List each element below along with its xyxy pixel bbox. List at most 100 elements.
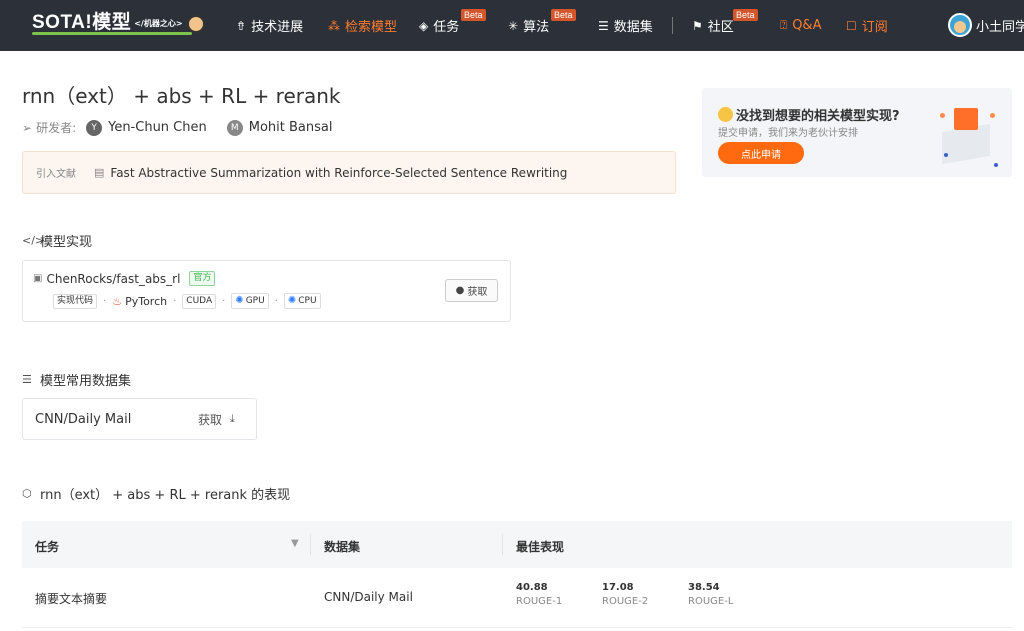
github-icon: ● bbox=[455, 285, 465, 296]
repo-icon: ▣ bbox=[33, 273, 43, 284]
send-icon: ➢ bbox=[22, 120, 33, 135]
section-title-text: 模型常用数据集 bbox=[40, 374, 132, 389]
chip-icon: ✺ bbox=[287, 295, 297, 306]
user-avatar[interactable] bbox=[948, 13, 972, 37]
get-code-button[interactable]: ● 获取 bbox=[445, 279, 498, 302]
table-row[interactable]: 摘要文本摘要 CNN/Daily Mail 40.88 ROUGE-1 17.0… bbox=[22, 568, 1012, 628]
layers-icon: ◈ bbox=[419, 18, 429, 33]
repo-name[interactable]: ChenRocks/fast_abs_rl bbox=[46, 272, 180, 286]
download-icon[interactable]: ⤓ bbox=[230, 412, 235, 426]
header-best: 最佳表现 bbox=[516, 540, 565, 554]
decor-dot bbox=[944, 153, 948, 157]
site-logo[interactable]: SOTA!模型 </机器之心> bbox=[32, 12, 205, 35]
repo-row: ▣ ChenRocks/fast_abs_rl 官方 bbox=[33, 271, 216, 286]
beta-badge: Beta bbox=[733, 9, 758, 21]
promo-title-text: 没找到想要的相关模型实现? bbox=[736, 109, 900, 124]
header-dataset: 数据集 bbox=[324, 540, 361, 554]
citation-link[interactable]: Fast Abstractive Summarization with Rein… bbox=[110, 166, 567, 180]
nav-item-label: 算法 bbox=[523, 20, 550, 35]
nodes-icon: ⁂ bbox=[328, 18, 340, 33]
authors-label: 研发者: bbox=[36, 121, 77, 135]
nav-item-label: 社区 bbox=[707, 20, 734, 35]
logo-text: SOTA!模型 bbox=[32, 12, 132, 33]
section-datasets-title: ☰ 模型常用数据集 bbox=[22, 370, 131, 389]
database-icon: ☰ bbox=[598, 18, 609, 33]
pytorch-icon: ♨ bbox=[112, 294, 123, 308]
nav-item-tasks[interactable]: ◈ 任务 bbox=[419, 0, 459, 51]
tag-row: 实现代码 · ♨ PyTorch · CUDA · ✺ GPU · ✺ CPU bbox=[53, 293, 321, 309]
official-badge: 官方 bbox=[189, 271, 216, 286]
promo-subtitle: 提交申请，我们来为老伙计安排 bbox=[718, 128, 858, 139]
dataset-card[interactable]: CNN/Daily Mail 获取 ⤓ bbox=[22, 398, 257, 440]
decor-dot bbox=[940, 113, 945, 118]
nav-item-qa[interactable]: ⍰ Q&A bbox=[780, 0, 821, 51]
nav-item-tech-progress[interactable]: ⇮ 技术进展 bbox=[236, 0, 303, 51]
document-icon: ▤ bbox=[94, 166, 105, 179]
tag-code: 实现代码 bbox=[53, 293, 98, 309]
decor-dot bbox=[994, 163, 998, 167]
section-title-text: 模型实现 bbox=[40, 235, 93, 250]
metric: 38.54 ROUGE-L bbox=[688, 582, 733, 607]
section-performance-title: ⬡ rnn（ext） + abs + RL + rerank 的表现 bbox=[22, 484, 290, 503]
bookmark-icon: ☐ bbox=[846, 18, 857, 33]
dataset-name: CNN/Daily Mail bbox=[35, 411, 132, 427]
tag-framework: PyTorch bbox=[125, 294, 168, 308]
promo-title: 没找到想要的相关模型实现? bbox=[718, 105, 900, 124]
tag-cuda: CUDA bbox=[182, 293, 217, 309]
database-icon: ☰ bbox=[22, 373, 32, 386]
metric-name: ROUGE-2 bbox=[602, 596, 649, 607]
metric-name: ROUGE-1 bbox=[516, 596, 563, 607]
atom-icon: ✳ bbox=[508, 18, 519, 33]
beta-badge: Beta bbox=[461, 9, 486, 21]
row-task[interactable]: 摘要文本摘要 bbox=[35, 590, 107, 607]
nav-item-datasets[interactable]: ☰ 数据集 bbox=[598, 0, 653, 51]
chip-icon: ✺ bbox=[235, 295, 244, 306]
author-avatar: Y bbox=[86, 119, 103, 136]
gift-icon bbox=[954, 108, 978, 130]
decor-dot bbox=[990, 113, 995, 118]
row-dataset[interactable]: CNN/Daily Mail bbox=[324, 590, 413, 604]
nav-item-community[interactable]: ⚑ 社区 bbox=[692, 0, 734, 51]
citation-box: 引入文献 ▤ Fast Abstractive Summarization wi… bbox=[22, 151, 676, 194]
nav-item-search-models[interactable]: ⁂ 检索模型 bbox=[328, 0, 397, 51]
nav-item-label: 订阅 bbox=[861, 20, 888, 35]
section-implementation-title: </> 模型实现 bbox=[22, 231, 92, 250]
nav-item-algorithms[interactable]: ✳ 算法 bbox=[508, 0, 549, 51]
flag-icon: ⚑ bbox=[692, 18, 703, 33]
nav-item-label: Q&A bbox=[792, 18, 822, 33]
metric: 40.88 ROUGE-1 bbox=[516, 582, 562, 607]
metric-value: 38.54 bbox=[688, 582, 720, 593]
header-task: 任务 bbox=[35, 540, 60, 554]
metric: 17.08 ROUGE-2 bbox=[602, 582, 648, 607]
implementation-card: ▣ ChenRocks/fast_abs_rl 官方 实现代码 · ♨ PyTo… bbox=[22, 260, 511, 322]
tag-cpu: ✺ CPU bbox=[283, 293, 321, 309]
metric-value: 40.88 bbox=[516, 582, 548, 593]
metric-value: 17.08 bbox=[602, 582, 634, 593]
rocket-icon: ⇮ bbox=[236, 18, 247, 33]
filter-icon[interactable]: ▼ bbox=[291, 538, 299, 549]
dataset-get-label[interactable]: 获取 bbox=[198, 411, 222, 428]
performance-table: 任务 ▼ 数据集 最佳表现 摘要文本摘要 CNN/Daily Mail 40.8… bbox=[22, 521, 1012, 631]
page-title: rnn（ext） + abs + RL + rerank bbox=[22, 84, 341, 108]
logo-mascot-icon bbox=[186, 15, 205, 33]
nav-item-label: 任务 bbox=[433, 20, 460, 35]
nav-item-subscribe[interactable]: ☐ 订阅 bbox=[846, 0, 888, 51]
smile-icon bbox=[718, 107, 733, 122]
nav-item-label: 数据集 bbox=[613, 20, 653, 35]
author-name[interactable]: Mohit Bansal bbox=[249, 120, 333, 135]
beta-badge: Beta bbox=[551, 9, 576, 21]
code-icon: </> bbox=[22, 234, 45, 247]
authors-row: ➢ 研发者: Y Yen-Chun Chen M Mohit Bansal bbox=[22, 119, 352, 136]
citation-label: 引入文献 bbox=[36, 169, 76, 180]
author-name[interactable]: Yen-Chun Chen bbox=[108, 120, 207, 135]
username[interactable]: 小土同学 bbox=[976, 16, 1024, 35]
tag-gpu: ✺ GPU bbox=[231, 293, 269, 309]
apply-button[interactable]: 点此申请 bbox=[718, 142, 804, 164]
top-navbar: SOTA!模型 </机器之心> ⇮ 技术进展 ⁂ 检索模型 ◈ 任务 Beta … bbox=[0, 0, 1024, 51]
logo-tagline: </机器之心> bbox=[134, 19, 183, 28]
author-avatar: M bbox=[226, 119, 243, 136]
table-header: 任务 ▼ 数据集 最佳表现 bbox=[22, 521, 1012, 568]
nav-item-label: 技术进展 bbox=[251, 20, 304, 35]
nav-item-label: 检索模型 bbox=[345, 20, 398, 35]
metric-name: ROUGE-L bbox=[688, 596, 734, 607]
